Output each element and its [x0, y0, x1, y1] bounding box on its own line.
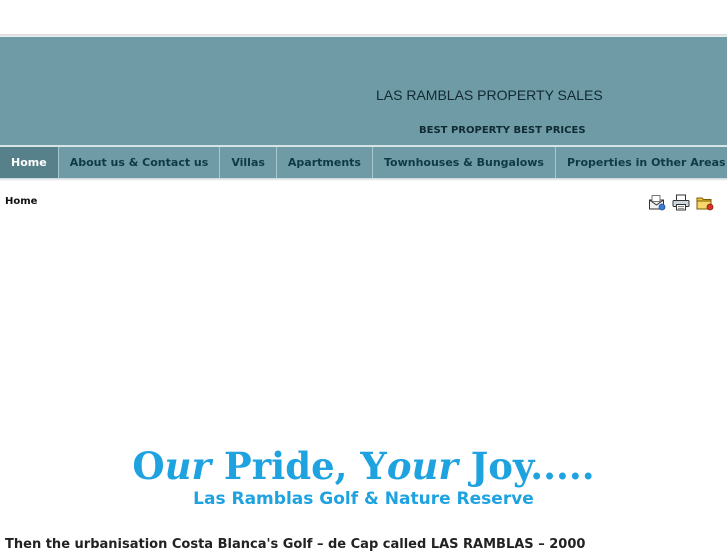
email-icon[interactable] [648, 194, 666, 211]
nav-item-townhouses-bungalows[interactable]: Townhouses & Bungalows [373, 147, 556, 178]
article-tools [648, 194, 714, 211]
print-icon[interactable] [672, 194, 690, 211]
site-title: LAS RAMBLAS PROPERTY SALES [376, 87, 603, 103]
pdf-icon[interactable] [696, 194, 714, 211]
top-strip [0, 0, 727, 34]
nav-item-home[interactable]: Home [0, 147, 59, 178]
heading-part-3: Pride, Y [210, 444, 387, 488]
heading-part-5: Joy..... [457, 444, 595, 488]
heading-part-1: O [132, 444, 165, 488]
header-banner: LAS RAMBLAS PROPERTY SALES BEST PROPERTY… [0, 37, 727, 145]
nav-item-apartments[interactable]: Apartments [277, 147, 373, 178]
site-slogan: BEST PROPERTY BEST PRICES [419, 125, 586, 136]
breadcrumb: Home [5, 196, 38, 207]
heading-part-4: our [386, 444, 458, 488]
nav-item-other-areas[interactable]: Properties in Other Areas [556, 147, 727, 178]
page-heading: Our Pride, Your Joy..... [0, 443, 727, 489]
nav-item-about-contact[interactable]: About us & Contact us [59, 147, 221, 178]
page-subheading: Las Ramblas Golf & Nature Reserve [193, 489, 534, 509]
nav-item-villas[interactable]: Villas [220, 147, 277, 178]
nav-shadow [0, 178, 727, 181]
heading-part-2: ur [164, 444, 211, 488]
main-nav: Home About us & Contact us Villas Apartm… [0, 147, 727, 178]
